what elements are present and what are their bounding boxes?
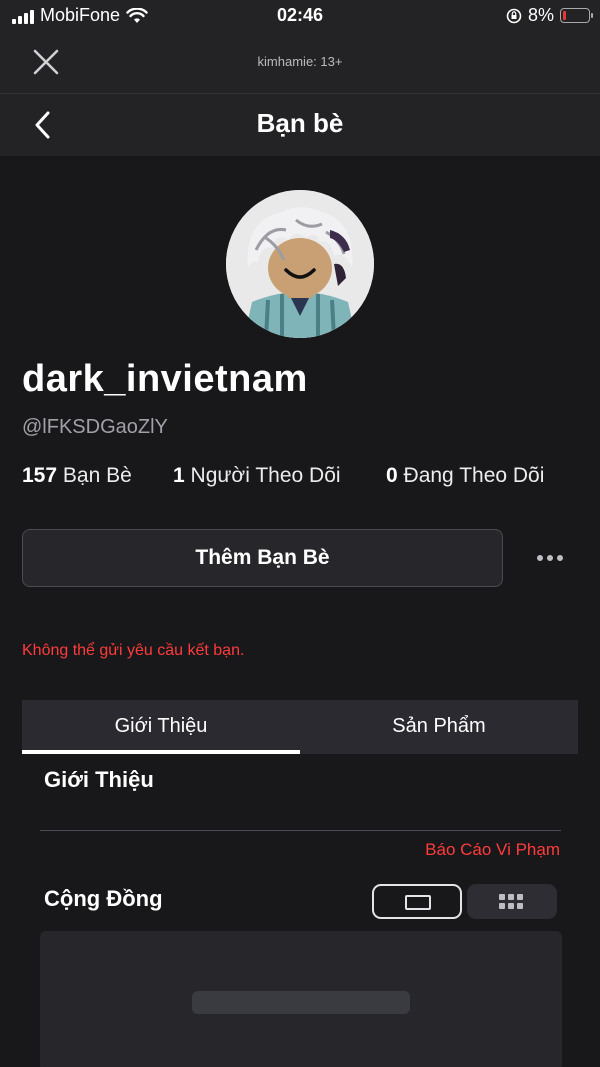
community-heading: Cộng Đồng	[44, 886, 163, 911]
battery-percent: 8%	[527, 5, 554, 25]
followers-count: 1	[173, 464, 185, 487]
list-view-icon	[405, 895, 431, 910]
friends-stat[interactable]: 157 Bạn Bè	[22, 464, 132, 488]
section-divider	[40, 830, 561, 831]
avatar	[226, 190, 374, 338]
profile-tabs: Giới Thiệu Sản Phẩm	[22, 700, 578, 754]
friends-count: 157	[22, 464, 58, 487]
followers-label: Người Theo Dõi	[190, 464, 341, 487]
error-message: Không thể gửi yêu cầu kết bạn.	[22, 642, 245, 659]
add-friend-button[interactable]: Thêm Bạn Bè	[22, 529, 503, 587]
avatar-image	[226, 190, 374, 338]
following-count: 0	[386, 464, 398, 487]
grid-view-icon	[499, 894, 525, 909]
nav-bar: Bạn bè	[0, 94, 600, 156]
loading-placeholder	[192, 991, 410, 1014]
about-heading: Giới Thiệu	[44, 767, 154, 792]
community-card[interactable]	[40, 931, 562, 1067]
more-dots-icon	[537, 555, 543, 561]
page-title: Bạn bè	[256, 108, 344, 138]
report-abuse-link[interactable]: Báo Cáo Vi Phạm	[425, 840, 560, 860]
grid-view-button[interactable]	[467, 884, 557, 919]
profile-stats: 157 Bạn Bè 1 Người Theo Dõi 0 Đang Theo …	[22, 464, 582, 494]
top-bar: kimhamie: 13+	[0, 32, 600, 94]
status-bar: MobiFone 02:46 8%	[0, 0, 600, 32]
display-name: dark_invietnam	[22, 358, 308, 400]
following-stat[interactable]: 0 Đang Theo Dõi	[386, 464, 544, 488]
account-age-label: kimhamie: 13+	[257, 54, 343, 69]
following-label: Đang Theo Dõi	[403, 464, 545, 487]
followers-stat[interactable]: 1 Người Theo Dõi	[173, 464, 341, 488]
status-right: 8%	[506, 5, 593, 26]
more-options-button[interactable]	[530, 546, 570, 570]
tab-about[interactable]: Giới Thiệu	[22, 700, 300, 754]
battery-icon	[560, 8, 593, 23]
list-view-button[interactable]	[372, 884, 462, 919]
friends-label: Bạn Bè	[62, 464, 132, 487]
username-handle: @lFKSDGaoZlY	[22, 416, 168, 438]
tab-creations[interactable]: Sản Phẩm	[300, 700, 578, 754]
orientation-lock-icon	[506, 8, 522, 23]
